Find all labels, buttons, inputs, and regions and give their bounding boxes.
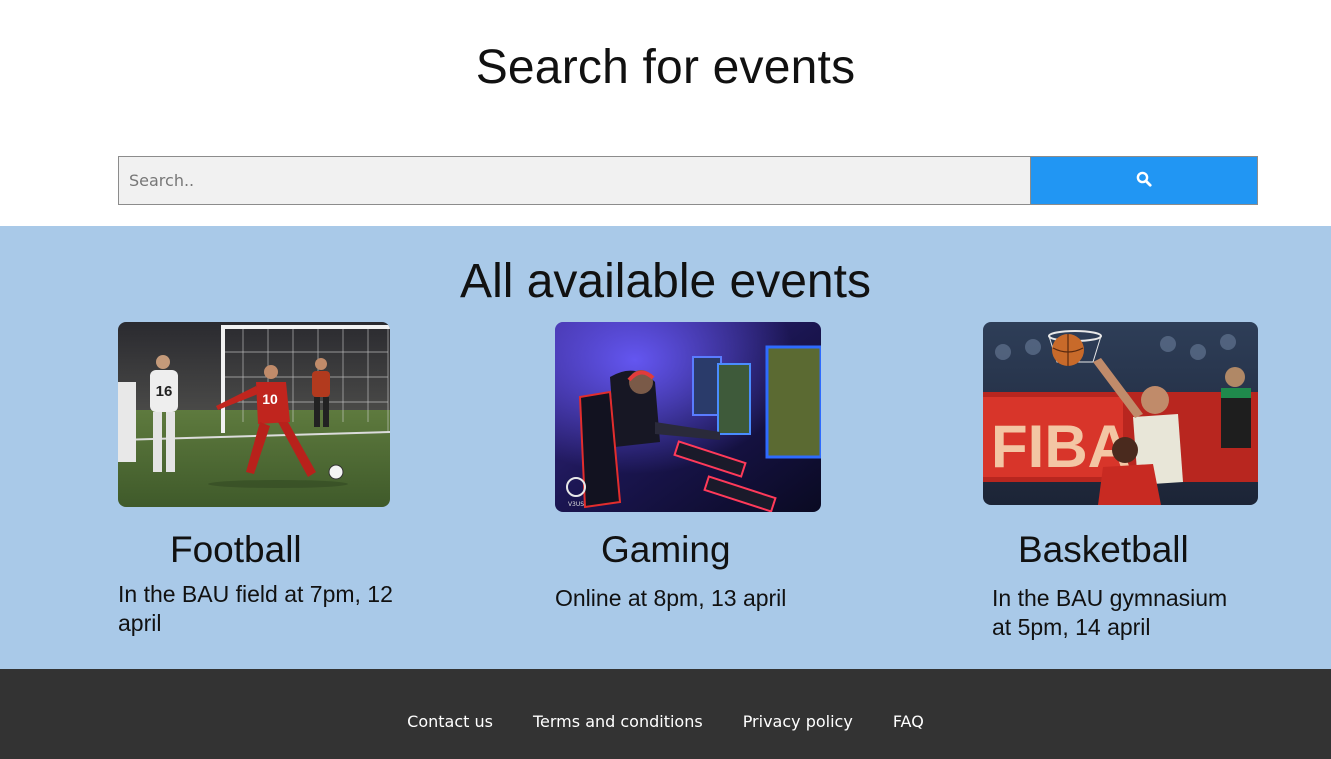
footer-link-terms[interactable]: Terms and conditions [533,712,703,731]
footer-link-faq[interactable]: FAQ [893,712,924,731]
page-title: Search for events [475,41,856,94]
gaming-logo-text: V3US [568,501,584,508]
event-description-gaming: Online at 8pm, 13 april [555,585,787,611]
event-title-football[interactable]: Football [170,529,302,571]
footer: Contact us Terms and conditions Privacy … [0,669,1331,759]
football-jersey-number: 16 [156,383,173,400]
search-input[interactable] [118,156,1030,205]
events-section: All available events 16 10 Football In t… [0,226,1331,669]
search-button[interactable] [1030,156,1258,205]
search-icon [1136,171,1152,190]
search-form [118,156,1258,205]
football-jersey-number: 10 [262,391,278,407]
basketball-image[interactable]: FIBA [983,322,1258,505]
football-image[interactable]: 16 10 [118,322,390,507]
gaming-image[interactable]: V3US [555,322,821,512]
event-description-basketball: In the BAU gymnasium at 5pm, 14 april [992,585,1228,640]
event-title-gaming[interactable]: Gaming [601,529,731,571]
footer-links: Contact us Terms and conditions Privacy … [0,712,1331,731]
section-title: All available events [460,255,871,308]
search-section: Search for events [0,0,1331,226]
event-title-basketball[interactable]: Basketball [1018,529,1189,571]
footer-link-privacy[interactable]: Privacy policy [743,712,853,731]
event-description-football: In the BAU field at 7pm, 12 april [118,581,393,636]
footer-link-contact-us[interactable]: Contact us [407,712,493,731]
